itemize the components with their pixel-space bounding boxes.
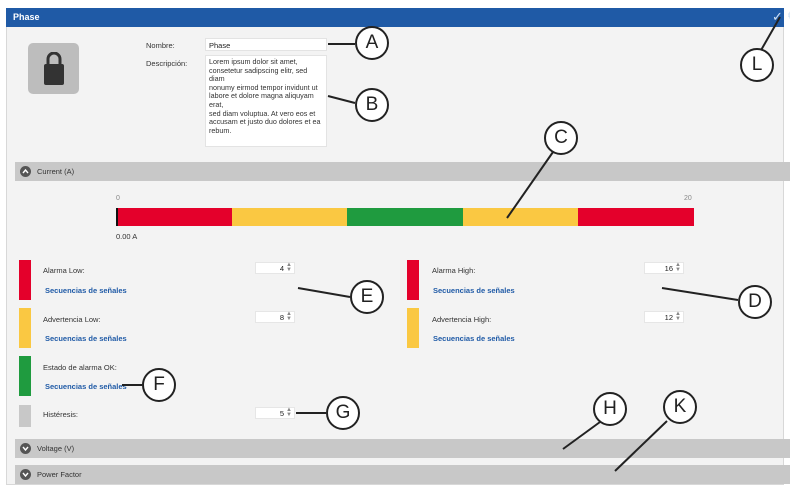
callout-b: B	[355, 88, 389, 122]
leader-line-d	[661, 287, 739, 301]
leader-line-h	[562, 421, 601, 450]
callout-l: L	[740, 48, 774, 82]
callout-e: E	[350, 280, 384, 314]
leader-line-b	[327, 95, 356, 104]
callout-c: C	[544, 121, 578, 155]
callout-h: H	[593, 392, 627, 426]
leader-line-e	[297, 287, 351, 298]
leader-line-k	[614, 420, 668, 472]
callout-g: G	[326, 396, 360, 430]
callout-k: K	[663, 390, 697, 424]
callout-f: F	[142, 368, 176, 402]
leader-line-l	[759, 16, 781, 53]
callout-a: A	[355, 26, 389, 60]
leader-line-c	[506, 151, 554, 219]
callout-d: D	[738, 285, 772, 319]
